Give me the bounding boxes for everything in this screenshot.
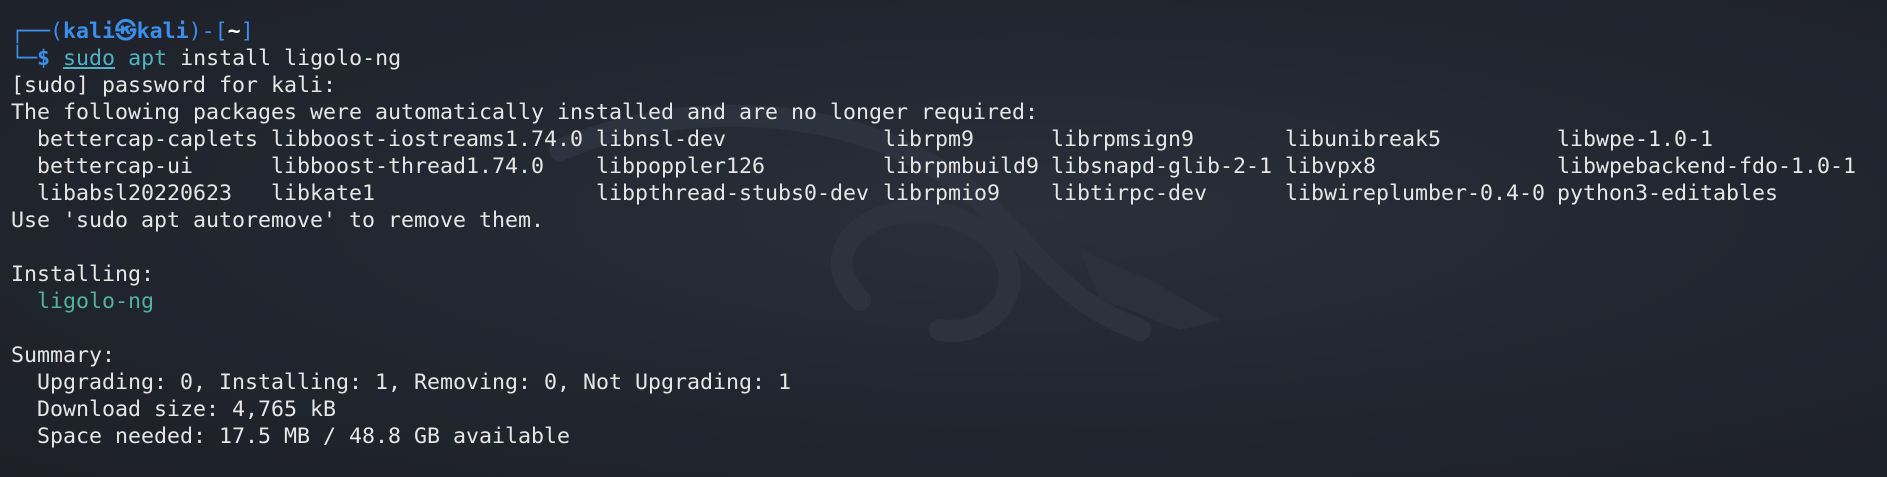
summary-header: Summary: (11, 343, 116, 368)
package-item: libboost-thread1.74.0 (271, 154, 545, 179)
package-item: libtirpc-dev (1051, 181, 1208, 206)
space-needed: Space needed: 17.5 MB / 48.8 GB availabl… (37, 424, 571, 449)
package-item: bettercap-ui (37, 154, 194, 179)
sudo-password-prompt: [sudo] password for kali: (11, 73, 337, 98)
prompt-frame-bottom: └─ (11, 46, 38, 71)
package-item: libvpx8 (1285, 154, 1377, 179)
installing-package: ligolo-ng (37, 289, 155, 314)
package-item: libwireplumber-0.4-0 (1285, 181, 1546, 206)
command-args: install ligolo-ng (180, 46, 402, 71)
package-list: bettercap-caplets libboost-iostreams1.74… (11, 126, 1887, 207)
package-item: libboost-iostreams1.74.0 (271, 127, 584, 152)
summary-counts: Upgrading: 0, Installing: 1, Removing: 0… (37, 370, 792, 395)
autoremove-hint: Use 'sudo apt autoremove' to remove them… (11, 208, 545, 233)
command-apt: apt (128, 46, 168, 71)
package-item: bettercap-caplets (37, 127, 259, 152)
auto-installed-notice: The following packages were automaticall… (11, 100, 1039, 125)
prompt-user: kali (63, 19, 116, 44)
package-item: libnsl-dev (596, 127, 727, 152)
terminal-window[interactable]: ┌──(kali㉿kali)-[~] └─$ sudo apt install … (0, 0, 1887, 477)
package-item: libkate1 (271, 181, 376, 206)
terminal-output: ┌──(kali㉿kali)-[~] └─$ sudo apt install … (11, 18, 1887, 450)
package-item: libwpebackend-fdo-1.0-1 (1557, 154, 1857, 179)
package-item: libsnapd-glib-2-1 (1051, 154, 1273, 179)
installing-header: Installing: (11, 262, 155, 287)
prompt-top-line: ┌──(kali㉿kali)-[~] (11, 18, 1887, 45)
package-item: libpoppler126 (596, 154, 766, 179)
package-item: librpmsign9 (1051, 127, 1195, 152)
command-sudo: sudo (63, 46, 116, 71)
download-size: Download size: 4,765 kB (37, 397, 337, 422)
prompt-frame-end: ] (240, 19, 254, 44)
command-line[interactable]: └─$ sudo apt install ligolo-ng (11, 45, 1887, 72)
prompt-frame-top: ┌──( (11, 19, 64, 44)
package-item: librpmbuild9 (883, 154, 1040, 179)
package-item: libabsl20220623 (37, 181, 233, 206)
package-item: librpm9 (883, 127, 975, 152)
package-item: libpthread-stubs0-dev (596, 181, 870, 206)
package-item: libunibreak5 (1285, 127, 1442, 152)
package-item: librpmio9 (883, 181, 1001, 206)
package-item: libwpe-1.0-1 (1557, 127, 1714, 152)
package-item: python3-editables (1557, 181, 1779, 206)
prompt-cwd: ~ (227, 19, 241, 44)
prompt-at-symbol: ㉿ (115, 19, 137, 44)
prompt-frame-mid: )-[ (188, 19, 228, 44)
prompt-dollar: $ (37, 46, 51, 71)
prompt-host: kali (136, 19, 189, 44)
